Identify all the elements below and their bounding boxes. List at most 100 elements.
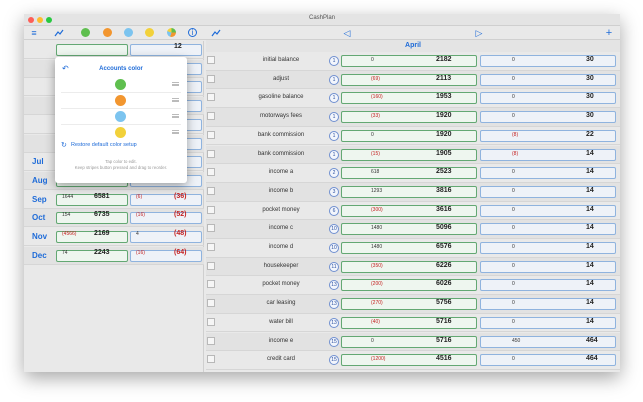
row-checkbox[interactable] [207,130,215,139]
month-row[interactable]: Dec 74 2243 (16) (64) [24,246,204,265]
row-checkbox[interactable] [207,56,215,64]
account1-box [341,129,477,142]
window-title: CashPlan [308,15,335,21]
menu-icon[interactable]: ≡ [29,28,39,38]
account2-balance: 464 [586,336,598,344]
transaction-row[interactable]: pocket money 13 (200) 6026 0 14 [206,276,620,296]
account1-box [341,148,477,161]
transaction-row[interactable]: housekeeper 11 (350) 6226 0 14 [206,257,620,277]
row-checkbox[interactable] [207,261,215,270]
account1-balance: 5756 [436,299,452,307]
account1-balance: 2113 [436,74,452,82]
account2-balance: 14 [586,224,594,232]
second-change: (16) [136,212,145,219]
restore-default-colors-button[interactable]: Restore default color setup [71,142,137,148]
drag-handle-icon[interactable] [172,82,179,86]
right-chart-icon[interactable] [211,28,221,38]
transaction-row[interactable]: bank commission 1 0 1920 (8) 22 [206,127,620,146]
color-swatch-orange[interactable] [115,95,126,106]
next-month-icon[interactable]: ▷ [474,28,484,38]
transaction-name: initial balance [262,57,300,63]
account1-amount: 0 [371,337,374,344]
transaction-name: water bill [269,318,293,325]
account2-balance: 30 [586,56,594,63]
prev-month-icon[interactable]: ◁ [342,28,352,38]
day-badge: 1 [329,74,339,85]
transaction-row[interactable]: income d 10 1480 6576 0 14 [206,239,620,258]
row-checkbox[interactable] [207,186,215,195]
color-swatch-yellow[interactable] [115,127,126,138]
popover-title: Accounts color [99,66,143,72]
month-balance: 6581 [94,192,110,200]
row-checkbox[interactable] [207,93,215,102]
row-checkbox[interactable] [207,74,215,83]
transaction-row[interactable]: adjust 1 (69) 2113 0 30 [206,70,620,90]
month-row[interactable]: Sep 1644 6581 (6) (36) [24,191,204,209]
month-label: Nov [32,232,48,241]
row-checkbox[interactable] [207,168,215,177]
transaction-row[interactable]: income b 3 1293 3816 0 14 [206,182,620,202]
day-badge: 10 [329,224,339,235]
day-badge: 1 [329,130,339,141]
transaction-row[interactable]: income e 15 0 5716 450 464 [206,332,620,352]
transaction-row[interactable]: bank commission 1 (15) 1905 (8) 14 [206,145,620,165]
transaction-row[interactable]: income a 2 618 2523 0 14 [206,164,620,183]
transaction-row[interactable]: car leasing 13 (270) 5756 0 14 [206,295,620,314]
blue-check-icon[interactable] [124,28,133,37]
transaction-row[interactable]: pocket money 6 (300) 3616 0 14 [206,202,620,221]
info-icon[interactable]: i [188,28,197,37]
account2-amount: 450 [512,337,521,344]
restore-icon[interactable]: ↻ [61,141,67,149]
drag-handle-icon[interactable] [172,98,179,102]
month-row[interactable]: Nov (4566) 2169 4 (48) [24,228,204,246]
month-row[interactable]: Oct 154 6735 (16) (52) [24,209,204,228]
add-icon[interactable]: + [604,28,614,39]
account1-amount: (69) [371,75,380,82]
account2-box [480,73,616,86]
row-checkbox[interactable] [207,112,215,121]
row-checkbox[interactable] [207,317,215,326]
transaction-name: income c [268,225,293,232]
row-checkbox[interactable] [207,299,215,308]
row-checkbox[interactable] [207,355,215,364]
color-swatch-green[interactable] [115,79,126,90]
transaction-row[interactable]: initial balance 1 0 2182 0 30 [206,52,620,71]
day-badge: 10 [329,243,339,253]
transaction-row[interactable]: income c 10 1480 5096 0 14 [206,220,620,239]
drag-handle-icon[interactable] [172,114,179,118]
transaction-row[interactable]: motorways fees 1 (33) 1920 0 30 [206,108,620,127]
pie-icon[interactable] [167,28,176,37]
transaction-row[interactable]: credit card 15 (1200) 4516 0 464 [206,351,620,370]
row-checkbox[interactable] [207,149,215,158]
row-checkbox[interactable] [207,280,215,289]
account1-amount: 0 [371,57,374,63]
drag-handle-icon[interactable] [172,130,179,134]
day-badge: 1 [329,112,339,123]
account1-box [341,316,477,329]
account1-balance: 1920 [436,112,452,120]
row-checkbox[interactable] [207,243,215,251]
account1-amount: (270) [371,300,383,307]
account1-box [341,279,477,292]
account2-box [480,279,616,292]
green-check-icon[interactable] [81,28,90,37]
chart-icon[interactable] [54,28,64,38]
yellow-dot-icon[interactable] [145,28,154,37]
account2-amount: 0 [512,281,515,288]
transaction-row[interactable]: water bill 13 (40) 5716 0 14 [206,314,620,333]
account2-amount: 0 [512,94,515,101]
transaction-name: adjust [272,75,289,82]
row-checkbox[interactable] [207,205,215,214]
row-checkbox[interactable] [207,336,215,345]
row-checkbox[interactable] [207,224,215,233]
account1-amount: (200) [371,281,383,288]
transaction-row[interactable]: gasoline balance 1 (160) 1953 0 30 [206,89,620,109]
account2-box [480,185,616,198]
month-label: Sep [32,194,47,204]
color-swatch-blue[interactable] [115,111,126,122]
account2-box [480,167,616,180]
second-balance: (64) [174,248,187,256]
day-badge: 13 [329,299,339,310]
orange-dot-icon[interactable] [103,28,112,37]
second-change: (6) [136,193,143,200]
